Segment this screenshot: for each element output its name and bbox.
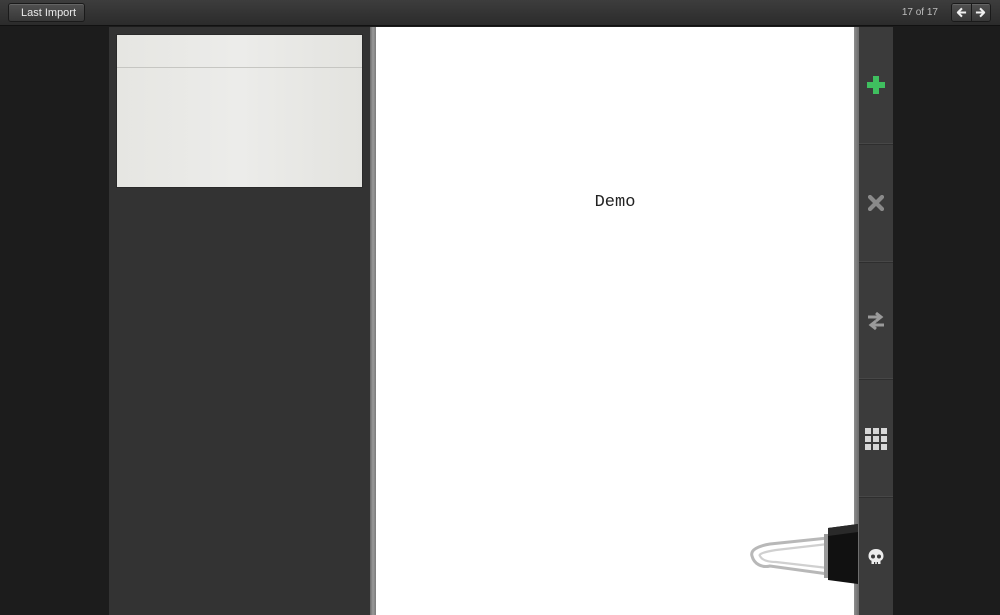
skull-icon (868, 548, 884, 564)
skull-button[interactable] (859, 498, 893, 615)
swap-button[interactable] (859, 263, 893, 381)
binder-clip-icon (750, 524, 858, 584)
thumbnail-panel (109, 27, 370, 615)
close-icon (868, 195, 884, 212)
previous-page-button[interactable] (952, 4, 971, 21)
grid-view-button[interactable] (859, 380, 893, 499)
arrow-left-icon (956, 7, 966, 18)
page-nav (951, 3, 991, 22)
last-import-button[interactable]: Last Import (8, 3, 86, 22)
app-window: Last Import 17 of 17 Demo (0, 0, 1000, 615)
swap-arrows-icon (868, 311, 884, 331)
grid-icon (865, 427, 887, 450)
next-page-button[interactable] (970, 4, 990, 21)
thumbnail-divider-line (117, 67, 362, 68)
delete-button[interactable] (859, 145, 893, 263)
document-text: Demo (594, 193, 636, 212)
page-counter: 17 of 17 (901, 7, 938, 18)
plus-icon (867, 76, 885, 95)
page-thumbnail[interactable] (117, 35, 362, 187)
add-button[interactable] (859, 27, 893, 145)
arrow-right-icon (976, 7, 986, 18)
right-toolbar (859, 27, 893, 615)
top-bar: Last Import 17 of 17 (0, 0, 1000, 26)
right-gutter (893, 27, 1000, 615)
